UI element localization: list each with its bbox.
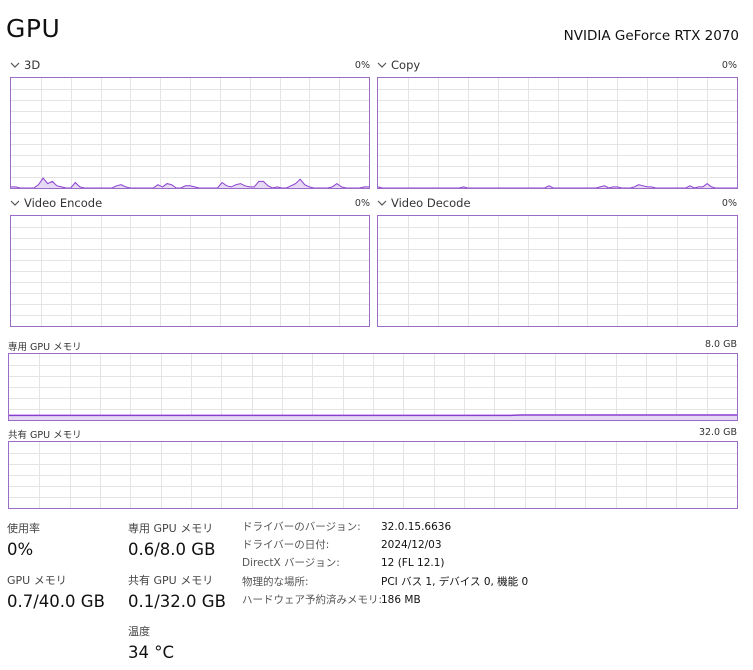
usage-fill <box>378 183 737 188</box>
info-key: DirectX バージョン: <box>242 557 340 570</box>
info-key: ハードウェア予約済みメモリ: <box>242 593 383 606</box>
shared-memory-stat-value: 0.1/32.0 GB <box>128 592 226 611</box>
engine-selector-3d[interactable]: 3D <box>10 58 40 72</box>
engine-selector-copy[interactable]: Copy <box>377 58 420 72</box>
driver-info-values: 32.0.15.6636 2024/12/03 12 (FL 12.1) PCI… <box>381 518 528 609</box>
engine-percent: 0% <box>354 60 370 71</box>
engine-graph-video-decode <box>377 215 738 327</box>
gpu-memory-stat-value: 0.7/40.0 GB <box>7 592 105 611</box>
info-value: 32.0.15.6636 <box>381 521 452 533</box>
page-title: GPU <box>6 14 61 43</box>
temperature-label: 温度 <box>128 625 150 638</box>
gpu-memory-stat-label: GPU メモリ <box>7 574 67 587</box>
info-value: 12 (FL 12.1) <box>381 557 445 570</box>
engine-percent: 0% <box>721 60 737 71</box>
dedicated-memory-max: 8.0 GB <box>704 339 737 350</box>
dedicated-memory-stat-value: 0.6/8.0 GB <box>128 540 216 559</box>
dedicated-memory-graph <box>8 353 738 421</box>
engine-percent: 0% <box>354 198 370 209</box>
engine-percent: 0% <box>721 198 737 209</box>
engine-graph-copy <box>377 77 738 189</box>
utilization-value: 0% <box>7 540 34 559</box>
shared-memory-label: 共有 GPU メモリ <box>8 430 82 441</box>
engine-label: Video Decode <box>391 196 471 210</box>
chevron-down-icon <box>377 62 387 68</box>
info-value: PCI バス 1, デバイス 0, 機能 0 <box>381 575 529 588</box>
info-key: ドライバーの日付: <box>242 539 330 552</box>
dedicated-memory-stat-label: 専用 GPU メモリ <box>128 522 214 535</box>
dedicated-memory-label: 専用 GPU メモリ <box>8 342 82 353</box>
info-value: 2024/12/03 <box>381 539 442 552</box>
usage-line <box>378 182 737 188</box>
engine-label: Copy <box>391 58 421 72</box>
chevron-down-icon <box>10 62 20 68</box>
gpu-model-name: NVIDIA GeForce RTX 2070 <box>563 28 739 44</box>
driver-info-keys: ドライバーのバージョン: ドライバーの日付: DirectX バージョン: 物理… <box>242 518 382 609</box>
chevron-down-icon <box>377 200 387 206</box>
info-value: 186 MB <box>381 593 421 606</box>
engine-label: 3D <box>24 58 41 72</box>
shared-memory-max: 32.0 GB <box>698 427 737 438</box>
engine-selector-video-encode[interactable]: Video Encode <box>10 196 102 210</box>
engine-graph-video-encode <box>10 215 370 327</box>
shared-memory-graph <box>8 441 738 509</box>
info-key: ドライバーのバージョン: <box>242 521 361 533</box>
engine-selector-video-decode[interactable]: Video Decode <box>377 196 471 210</box>
temperature-value: 34 °C <box>128 643 175 662</box>
shared-memory-stat-label: 共有 GPU メモリ <box>128 574 214 587</box>
utilization-label: 使用率 <box>7 522 40 535</box>
engine-label: Video Encode <box>24 196 103 210</box>
info-key: 物理的な場所: <box>242 575 309 588</box>
chevron-down-icon <box>10 200 20 206</box>
engine-graph-3d <box>10 77 370 189</box>
